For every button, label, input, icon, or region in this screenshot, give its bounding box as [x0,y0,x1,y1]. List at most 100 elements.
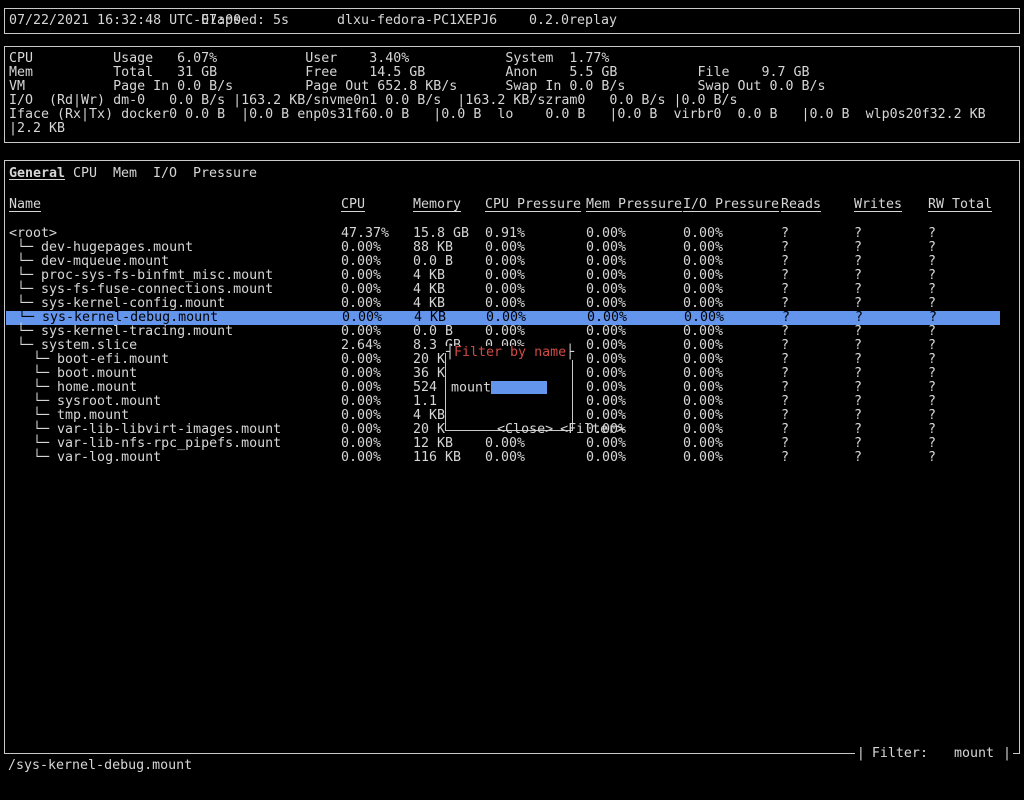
cell-memory: 524 [413,381,437,395]
cell-rw_total: ? [928,353,936,367]
cell-io_pressure: 0.00% [684,311,724,325]
cell-cpu_pressure: 0.00% [486,311,526,325]
cell-reads: ? [781,367,789,381]
cell-io_pressure: 0.00% [683,325,723,339]
tab-cpu[interactable]: CPU [73,167,97,181]
cell-name: └─ home.mount [9,381,137,395]
cell-writes: ? [854,423,862,437]
cell-name: └─ var-lib-nfs-rpc_pipefs.mount [9,437,281,451]
filter-dialog: ┤Filter by name├ mount <Close><Filter> [445,353,573,431]
table-row[interactable]: └─ sys-kernel-debug.mount 0.00% 4 KB 0.00% 0… [6,311,1000,325]
cell-reads: ? [781,437,789,451]
tab-i-o[interactable]: I/O [153,167,177,181]
tab-mem[interactable]: Mem [113,167,137,181]
table-row[interactable]: <root>47.37%15.8 GB0.91%0.00%0.00%??? [5,227,1019,241]
table-row[interactable]: └─ sys-kernel-config.mount0.00%4 KB0.00%… [5,297,1019,311]
column-header: Mem Pressure [586,197,682,212]
process-panel: GeneralCPUMemI/OPressure NameCPUMemoryCP… [4,160,1020,754]
cell-cpu: 0.00% [341,269,381,283]
filter-button[interactable]: <Filter> [560,422,624,437]
cell-reads: ? [781,339,789,353]
cell-writes: ? [854,395,862,409]
filter-indicator: |Filter:mount| [855,747,1013,761]
cell-io_pressure: 0.00% [683,339,723,353]
cell-rw_total: ? [928,451,936,465]
table-row[interactable]: └─ proc-sys-fs-binfmt_misc.mount0.00%4 K… [5,269,1019,283]
cell-io_pressure: 0.00% [683,409,723,423]
cell-reads: ? [781,255,789,269]
cell-mem_pressure: 0.00% [586,297,626,311]
column-header: Writes [854,197,902,212]
cell-rw_total: ? [928,297,936,311]
cell-io_pressure: 0.00% [683,269,723,283]
table-row[interactable]: └─ dev-mqueue.mount0.00%0.0 B0.00%0.00%0… [5,255,1019,269]
filter-input-value: mount [451,381,491,396]
cell-reads: ? [781,241,789,255]
pipe-right: | [1003,746,1011,761]
cell-mem_pressure: 0.00% [586,255,626,269]
column-header: I/O Pressure [683,197,779,212]
cell-writes: ? [854,325,862,339]
cell-name: └─ dev-hugepages.mount [9,241,193,255]
cell-writes: ? [854,241,862,255]
cell-name: └─ var-log.mount [9,451,161,465]
input-cursor-block [491,381,547,394]
cell-memory: 1.1 [413,395,437,409]
cell-name: └─ sys-fs-fuse-connections.mount [9,283,273,297]
cell-io_pressure: 0.00% [683,395,723,409]
cell-mem_pressure: 0.00% [586,325,626,339]
cell-io_pressure: 0.00% [683,227,723,241]
cell-mem_pressure: 0.00% [586,241,626,255]
cell-writes: ? [854,353,862,367]
cell-writes: ? [854,409,862,423]
process-table: <root>47.37%15.8 GB0.91%0.00%0.00%??? └─… [5,227,1019,753]
cell-cpu: 0.00% [341,325,381,339]
cell-rw_total: ? [928,227,936,241]
cell-reads: ? [781,269,789,283]
cell-name: └─ sys-kernel-debug.mount [10,311,218,325]
cell-cpu_pressure: 0.00% [485,297,525,311]
table-row[interactable]: └─ sys-kernel-tracing.mount0.00%0.0 B0.0… [5,325,1019,339]
cell-cpu: 0.00% [341,297,381,311]
cell-io_pressure: 0.00% [683,353,723,367]
cell-memory: 4 KB [414,311,446,325]
system-stat-line: |2.2 KB [5,122,1019,136]
cell-cpu: 0.00% [341,381,381,395]
cell-reads: ? [781,297,789,311]
cell-cpu: 0.00% [341,255,381,269]
tab-general[interactable]: General [9,167,65,181]
cell-writes: ? [854,437,862,451]
system-stat-line: I/O (Rd|Wr) dm-0 0.0 B/s |163.2 KB/snvme… [5,94,1019,108]
column-header: Reads [781,197,821,212]
filter-value: mount [954,746,994,761]
cell-cpu: 0.00% [341,437,381,451]
cell-cpu: 0.00% [341,367,381,381]
cell-memory: 20 K [413,423,445,437]
cell-memory: 36 K [413,367,445,381]
tab-pressure[interactable]: Pressure [193,167,257,181]
cell-cpu: 0.00% [341,409,381,423]
table-row[interactable]: └─ sys-fs-fuse-connections.mount0.00%4 K… [5,283,1019,297]
cell-writes: ? [854,451,862,465]
cell-io_pressure: 0.00% [683,241,723,255]
cell-rw_total: ? [929,311,937,325]
cell-name: └─ sys-kernel-config.mount [9,297,225,311]
filter-name-input[interactable]: mount [451,381,547,395]
system-stat-line: VM Page In 0.0 B/s Page Out 652.8 KB/s S… [5,80,1019,94]
cell-reads: ? [781,227,789,241]
cell-mem_pressure: 0.00% [587,311,627,325]
cell-name: └─ dev-mqueue.mount [9,255,169,269]
cell-io_pressure: 0.00% [683,367,723,381]
table-row[interactable]: └─ var-lib-nfs-rpc_pipefs.mount0.00%12 K… [5,437,1019,451]
cell-cpu_pressure: 0.91% [485,227,525,241]
elapsed-time: Elapsed: 5s [201,13,289,28]
mode-indicator: replay [569,13,617,28]
cell-mem_pressure: 0.00% [586,381,626,395]
cell-rw_total: ? [928,409,936,423]
table-row[interactable]: └─ dev-hugepages.mount0.00%88 KB0.00%0.0… [5,241,1019,255]
cell-cpu: 0.00% [341,353,381,367]
cell-cpu: 0.00% [341,451,381,465]
table-row[interactable]: └─ var-log.mount0.00%116 KB0.00%0.00%0.0… [5,451,1019,465]
close-button[interactable]: <Close> [497,422,553,437]
cell-cpu: 0.00% [341,395,381,409]
